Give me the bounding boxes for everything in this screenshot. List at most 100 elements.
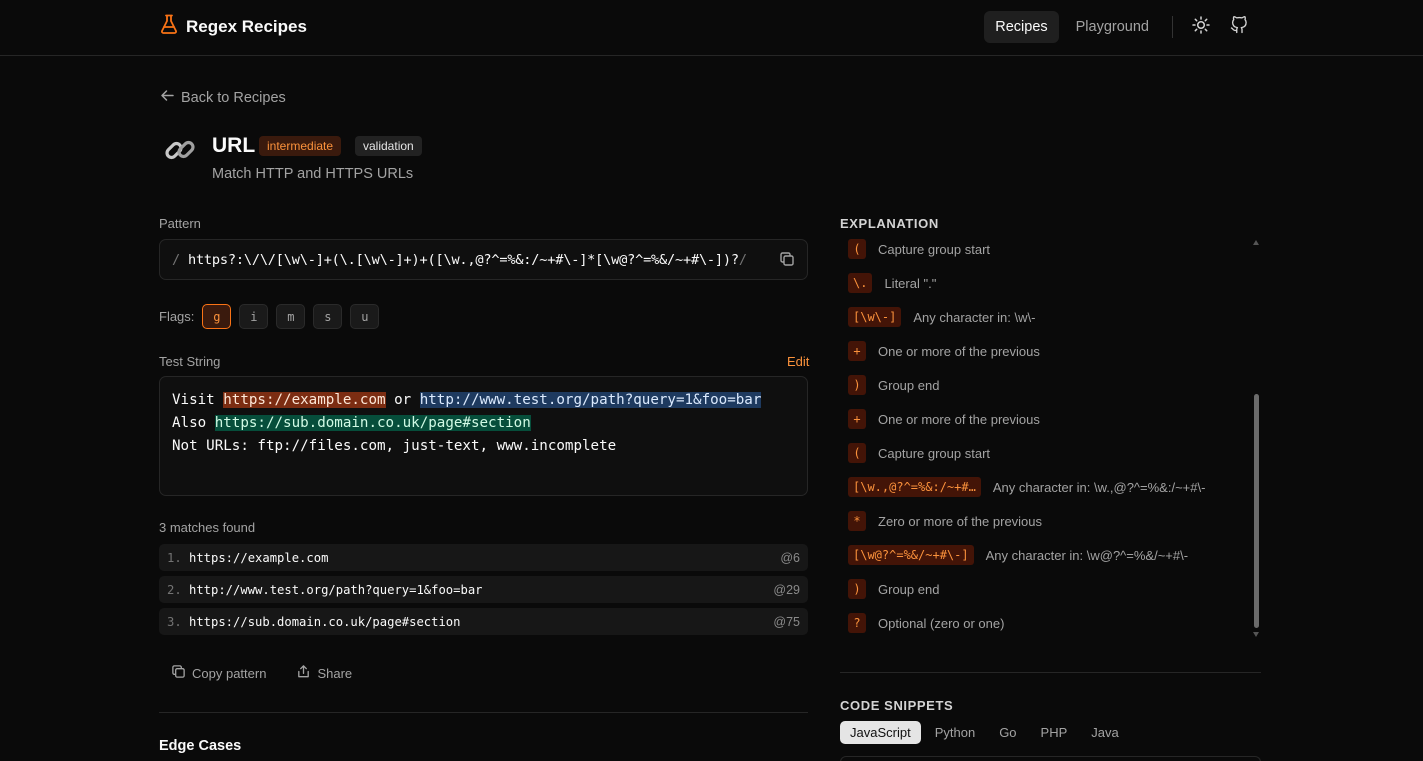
explanation-heading: EXPLANATION bbox=[840, 216, 939, 231]
github-icon bbox=[1230, 15, 1248, 39]
tab-go[interactable]: Go bbox=[989, 721, 1026, 744]
share-label: Share bbox=[317, 665, 353, 681]
match-row[interactable]: 2. http://www.test.org/path?query=1&foo=… bbox=[159, 576, 808, 603]
regex-token: ( bbox=[848, 239, 866, 259]
copy-pattern-label: Copy pattern bbox=[192, 665, 267, 681]
match-highlight-2: http://www.test.org/path?query=1&foo=bar bbox=[419, 392, 762, 408]
match-row[interactable]: 3. https://sub.domain.co.uk/page#section… bbox=[159, 608, 808, 635]
arrow-left-icon bbox=[160, 88, 175, 107]
flag-m-toggle[interactable]: m bbox=[276, 304, 306, 329]
token-description: Any character in: \w.,@?^=%&:/~+#\- bbox=[992, 479, 1206, 495]
scroll-down-arrow-icon[interactable] bbox=[1253, 632, 1259, 637]
regex-token: + bbox=[848, 341, 866, 361]
section-divider bbox=[840, 672, 1261, 673]
code-snippet-box bbox=[840, 756, 1261, 761]
matches-summary: 3 matches found bbox=[159, 520, 256, 535]
share-button[interactable]: Share bbox=[296, 664, 352, 682]
explanation-scrollbar[interactable] bbox=[1254, 394, 1259, 628]
explanation-item: + One or more of the previous bbox=[848, 409, 1040, 429]
explanation-item: [\w\-] Any character in: \w\- bbox=[848, 307, 1035, 327]
pattern-open-delimiter: / bbox=[172, 251, 180, 268]
test-string-label: Test String bbox=[159, 354, 221, 369]
token-description: Any character in: \w\- bbox=[913, 309, 1036, 325]
back-to-recipes-link[interactable]: Back to Recipes bbox=[160, 88, 286, 107]
flag-g-toggle[interactable]: g bbox=[202, 304, 232, 329]
pattern-actions: Copy pattern Share bbox=[171, 664, 352, 682]
difficulty-badge: intermediate bbox=[259, 136, 342, 156]
flag-i-toggle[interactable]: i bbox=[239, 304, 269, 329]
match-index: 2. bbox=[167, 582, 182, 597]
brand-logo-link[interactable]: Regex Recipes bbox=[160, 14, 307, 39]
tab-javascript[interactable]: JavaScript bbox=[840, 721, 921, 744]
test-text: or bbox=[385, 392, 420, 408]
match-position: @29 bbox=[773, 582, 800, 597]
token-description: Zero or more of the previous bbox=[878, 513, 1043, 529]
scroll-up-arrow-icon[interactable] bbox=[1253, 240, 1259, 245]
pattern-display[interactable]: / https?:\/\/[\w\-]+(\.[\w\-]+)+([\w.,@?… bbox=[159, 239, 808, 280]
regex-token: ) bbox=[848, 375, 866, 395]
explanation-item: ( Capture group start bbox=[848, 443, 990, 463]
sun-icon bbox=[1192, 15, 1210, 39]
edit-test-string-button[interactable]: Edit bbox=[787, 354, 809, 369]
brand-name: Regex Recipes bbox=[186, 16, 307, 36]
regex-token: * bbox=[848, 511, 866, 531]
flask-icon bbox=[160, 14, 178, 39]
token-description: Group end bbox=[878, 581, 940, 597]
match-index: 3. bbox=[167, 614, 182, 629]
match-row[interactable]: 1. https://example.com @6 bbox=[159, 544, 808, 571]
token-description: One or more of the previous bbox=[878, 343, 1040, 359]
flag-u-toggle[interactable]: u bbox=[350, 304, 380, 329]
theme-toggle-button[interactable] bbox=[1185, 11, 1217, 43]
regex-token: + bbox=[848, 409, 866, 429]
pattern-close-delimiter: / bbox=[738, 251, 747, 268]
regex-token: ( bbox=[848, 443, 866, 463]
match-highlight-3: https://sub.domain.co.uk/page#section bbox=[214, 415, 531, 431]
explanation-item: [\w@?^=%&/~+#\-] Any character in: \w@?^=… bbox=[848, 545, 1188, 565]
token-description: Literal "." bbox=[884, 275, 937, 291]
flag-s-toggle[interactable]: s bbox=[313, 304, 343, 329]
match-highlight-1: https://example.com bbox=[223, 392, 386, 408]
token-description: Capture group start bbox=[878, 241, 991, 257]
explanation-item: ? Optional (zero or one) bbox=[848, 613, 1004, 633]
edge-cases-heading: Edge Cases bbox=[159, 738, 242, 754]
pattern-label: Pattern bbox=[159, 216, 201, 231]
token-description: One or more of the previous bbox=[878, 411, 1040, 427]
explanation-item: ) Group end bbox=[848, 375, 939, 395]
back-link-label: Back to Recipes bbox=[181, 89, 286, 106]
token-description: Any character in: \w@?^=%&/~+#\- bbox=[985, 547, 1189, 563]
match-value: https://example.com bbox=[189, 550, 329, 565]
test-text: Also bbox=[172, 415, 215, 431]
flags-label: Flags: bbox=[159, 309, 195, 324]
regex-token: ? bbox=[848, 613, 866, 633]
tab-java[interactable]: Java bbox=[1081, 721, 1128, 744]
nav-playground[interactable]: Playground bbox=[1065, 11, 1160, 43]
regex-token: \. bbox=[848, 273, 873, 293]
explanation-item: * Zero or more of the previous bbox=[848, 511, 1042, 531]
pattern-text: / https?:\/\/[\w\-]+(\.[\w\-]+)+([\w.,@?… bbox=[172, 252, 747, 268]
recipe-description: Match HTTP and HTTPS URLs bbox=[212, 166, 414, 182]
code-snippets-heading: CODE SNIPPETS bbox=[840, 698, 954, 713]
tab-php[interactable]: PHP bbox=[1031, 721, 1078, 744]
copy-icon bbox=[171, 664, 186, 682]
test-string-display[interactable]: Visit https://example.com or http://www.… bbox=[159, 376, 808, 496]
explanation-item: ) Group end bbox=[848, 579, 939, 599]
token-description: Capture group start bbox=[878, 445, 991, 461]
match-position: @75 bbox=[773, 614, 800, 629]
nav-recipes[interactable]: Recipes bbox=[984, 11, 1059, 43]
copy-pattern-button[interactable]: Copy pattern bbox=[171, 664, 266, 682]
page-title: URL bbox=[212, 134, 256, 157]
explanation-item: + One or more of the previous bbox=[848, 341, 1040, 361]
link-icon bbox=[162, 132, 198, 168]
regex-token: [\w\-] bbox=[848, 307, 902, 327]
match-index: 1. bbox=[167, 550, 182, 565]
github-link-button[interactable] bbox=[1223, 11, 1255, 43]
copy-icon[interactable] bbox=[779, 251, 797, 269]
match-value: https://sub.domain.co.uk/page#section bbox=[189, 614, 461, 629]
token-description: Optional (zero or one) bbox=[878, 615, 1005, 631]
test-text: Visit bbox=[172, 392, 224, 408]
language-tabs: JavaScript Python Go PHP Java bbox=[840, 721, 1129, 744]
share-icon bbox=[296, 664, 311, 682]
tab-python[interactable]: Python bbox=[925, 721, 985, 744]
section-divider bbox=[159, 712, 808, 713]
regex-token: [\w@?^=%&/~+#\-] bbox=[848, 545, 974, 565]
